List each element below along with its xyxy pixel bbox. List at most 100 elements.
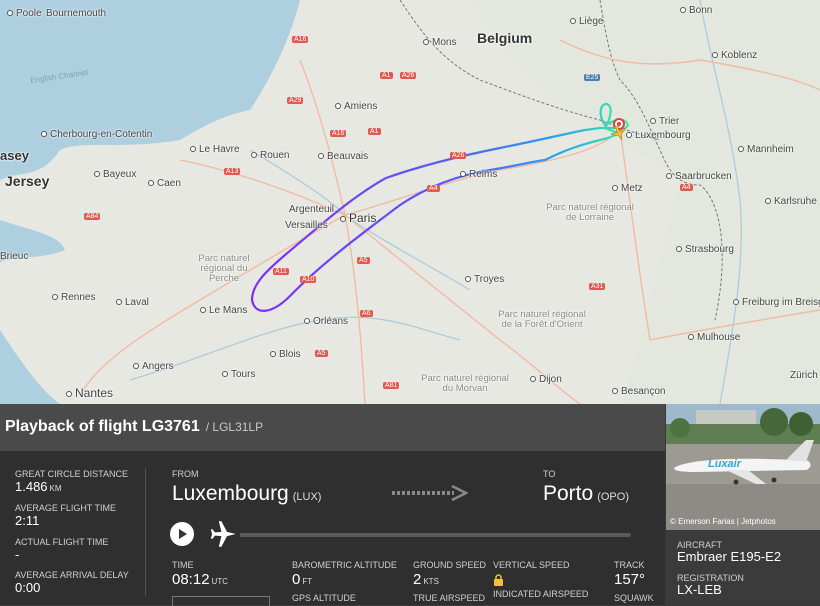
road-shield: A84: [84, 213, 101, 220]
map-label-jersey: Jersey: [5, 173, 50, 189]
map-label-cherbourg: Cherbourg-en-Cotentin: [41, 129, 152, 140]
from-label: FROM: [172, 469, 199, 479]
map-label-angers: Angers: [133, 361, 174, 372]
road-shield: A5: [357, 257, 370, 264]
map-label-mons: Mons: [423, 37, 456, 48]
origin-airport[interactable]: Luxembourg (LUX): [172, 482, 321, 506]
map-label-caen: Caen: [148, 178, 181, 189]
aircraft-livery-text: Luxair: [708, 458, 742, 470]
map-label-koblenz: Koblenz: [712, 50, 757, 61]
ground-speed-label: GROUND SPEED: [413, 560, 487, 570]
map-label-karlsruhe: Karlsruhe: [765, 196, 817, 207]
sea-area-southwest: [0, 330, 60, 404]
vertical-speed-label: VERTICAL SPEED: [493, 560, 570, 570]
gps-altitude-label: GPS ALTITUDE: [292, 593, 356, 603]
airplane-icon: [210, 521, 236, 547]
road-shield: A16: [330, 130, 347, 137]
ground-speed-value: 2 KTS: [413, 571, 439, 588]
map-label-saint-brieuc-partial: Brieuc: [0, 251, 29, 262]
aircraft-type-value: Embraer E195-E2: [677, 549, 782, 564]
road-shield: E25: [584, 74, 601, 81]
map-label-bayeux: Bayeux: [94, 169, 136, 180]
aad-label: AVERAGE ARRIVAL DELAY: [15, 570, 129, 580]
flight-info-panel: GREAT CIRCLE DISTANCE 1.486 KM AVERAGE FL…: [0, 451, 665, 606]
map-label-zurich: Zürich: [790, 370, 818, 381]
map-label-luxembourg: Luxembourg: [626, 130, 691, 141]
map-label-mulhouse: Mulhouse: [688, 332, 740, 343]
playback-title: Playback of flight LG3761 / LGL31LP: [5, 418, 263, 436]
act-label: ACTUAL FLIGHT TIME: [15, 537, 109, 547]
road-shield: A31: [589, 283, 606, 290]
map-label-trier: Trier: [650, 116, 679, 127]
track-label: TRACK: [614, 560, 645, 570]
destination-airport[interactable]: Porto (OPO): [543, 482, 629, 506]
timeline-scrubber[interactable]: [206, 517, 240, 551]
map-label-laval: Laval: [116, 297, 149, 308]
road-shield: A6: [360, 310, 373, 317]
road-shield: A5: [315, 350, 328, 357]
map-canvas: [0, 0, 820, 404]
map-label-lorraine-park: Parc naturel régional de Lorraine: [546, 202, 634, 223]
map-label-amiens: Amiens: [335, 101, 377, 112]
road-shield: A11: [273, 268, 289, 275]
map-label-rennes: Rennes: [52, 292, 95, 303]
map-label-besancon: Besançon: [612, 386, 665, 397]
road-shield: A13: [224, 168, 241, 175]
map-label-orleans: Orléans: [304, 316, 348, 327]
map-label-rouen: Rouen: [251, 150, 289, 161]
route-arrow-icon: [392, 485, 468, 501]
map-label-le-havre: Le Havre: [190, 144, 240, 155]
to-label: TO: [543, 469, 556, 479]
map-label-metz: Metz: [612, 183, 643, 194]
playback-timeline[interactable]: [238, 533, 631, 537]
time-label: TIME: [172, 560, 194, 570]
map-label-versailles: Versailles: [285, 220, 328, 231]
map-label-reims: Reims: [460, 169, 497, 180]
map-label-tours: Tours: [222, 369, 255, 380]
aad-value: 0:00: [15, 580, 41, 595]
aft-value: 2:11: [15, 513, 40, 528]
aft-label: AVERAGE FLIGHT TIME: [15, 503, 117, 513]
aircraft-info: AIRCRAFT Embraer E195-E2 REGISTRATION LX…: [666, 530, 820, 605]
map-label-morvan-park: Parc naturel régional du Morvan: [421, 373, 509, 394]
registration-value[interactable]: LX-LEB: [677, 582, 722, 597]
map-label-blois: Blois: [270, 349, 301, 360]
map-label-belgium: Belgium: [477, 30, 533, 46]
road-shield: A16: [292, 36, 309, 43]
road-shield: A26: [450, 152, 467, 159]
flight-callsign: / LGL31LP: [205, 420, 264, 434]
map-label-argenteuil: Argenteuil: [289, 204, 335, 215]
play-button[interactable]: [170, 522, 194, 546]
map-label-nantes: Nantes: [66, 386, 113, 400]
photo-credit[interactable]: © Emerson Farias | Jetphotos: [670, 517, 776, 526]
flight-title: Playback of flight LG3761: [5, 418, 200, 435]
time-value: 08:12 UTC: [172, 571, 228, 588]
road-shield: A1: [380, 72, 393, 79]
map-label-mannheim: Mannheim: [738, 144, 794, 155]
true-airspeed-label: TRUE AIRSPEED: [413, 593, 486, 603]
indicated-airspeed-label: INDICATED AIRSPEED: [493, 589, 589, 599]
aircraft-photo-image: Luxair: [666, 404, 820, 530]
map-label-guernsey-partial: asey: [0, 148, 29, 163]
road-shield: A4: [427, 185, 440, 192]
map-label-saarbrucken: Saarbrucken: [666, 171, 732, 182]
map-label-liege: Liège: [570, 16, 603, 27]
map-label-le-mans: Le Mans: [200, 305, 247, 316]
gcd-value: 1.486 KM: [15, 479, 62, 494]
baro-altitude-label: BAROMETRIC ALTITUDE: [292, 560, 397, 570]
lock-icon: [494, 574, 503, 586]
road-shield: A26: [400, 72, 417, 79]
map-label-foret-orient-park: Parc naturel régional de la Forêt d'Orie…: [498, 309, 586, 330]
road-shield: A10: [300, 276, 317, 283]
map-label-freiburg: Freiburg im Breisgau: [733, 297, 820, 308]
map-label-beauvais: Beauvais: [318, 151, 368, 162]
flight-map[interactable]: Poole Bournemouth Liège Mons Belgium Bon…: [0, 0, 820, 404]
road-shield: A29: [287, 97, 304, 104]
aircraft-photo[interactable]: Luxair: [666, 404, 820, 530]
map-label-troyes: Troyes: [465, 274, 504, 285]
road-shield: A81: [383, 382, 400, 389]
map-label-perche-park: Parc naturel régional du Perche: [198, 253, 250, 284]
map-label-strasbourg: Strasbourg: [676, 244, 734, 255]
map-label-dijon: Dijon: [530, 374, 562, 385]
gcd-label: GREAT CIRCLE DISTANCE: [15, 469, 129, 479]
